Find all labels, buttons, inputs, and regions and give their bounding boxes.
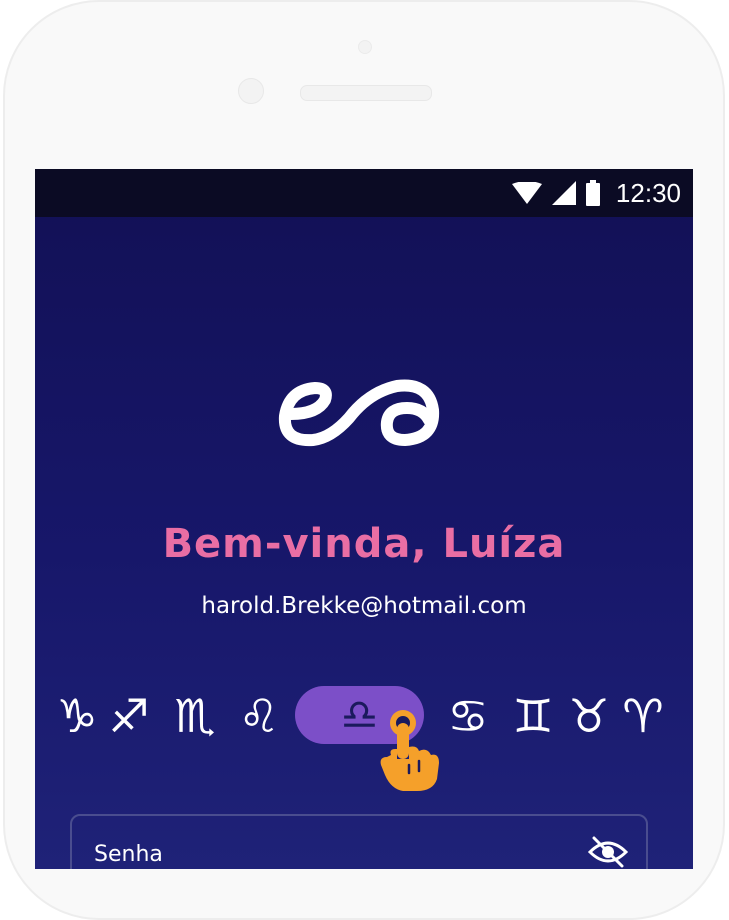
zodiac-gemini[interactable]: ♊ [505, 690, 561, 742]
zodiac-sagittarius[interactable]: ♐ [101, 690, 157, 742]
zodiac-scorpio[interactable]: ♏ [167, 690, 223, 742]
app-logo [278, 379, 440, 447]
front-camera [238, 78, 264, 104]
zodiac-taurus[interactable]: ♉ [561, 690, 617, 742]
zodiac-selector: ♑ ♐ ♏ ♌ ♎ ♋ ♊ ♉ ♈ [35, 684, 693, 748]
zodiac-capricorn[interactable]: ♑ [49, 690, 105, 742]
battery-icon [585, 180, 600, 206]
earpiece-speaker [300, 85, 432, 101]
user-email: harold.Brekke@hotmail.com [201, 593, 527, 619]
signal-icon [551, 181, 576, 205]
tap-hand-icon [380, 710, 439, 791]
status-time: 12:30 [615, 177, 681, 208]
status-icons: 12:30 [511, 169, 681, 217]
zodiac-leo[interactable]: ♌ [231, 690, 287, 742]
zodiac-cancer[interactable]: ♋ [440, 690, 496, 742]
zodiac-aries[interactable]: ♈ [615, 690, 671, 742]
proximity-sensor [358, 40, 372, 54]
password-field[interactable]: Senha [70, 814, 648, 869]
password-label: Senha [94, 842, 163, 867]
wifi-icon [511, 182, 542, 204]
app-screen: 12:30 Bem-vinda, Luíza harold.Brekke@hot… [35, 169, 693, 869]
status-bar: 12:30 [35, 169, 693, 217]
welcome-heading: Bem-vinda, Luíza [162, 521, 566, 567]
eye-off-icon[interactable] [588, 836, 628, 868]
